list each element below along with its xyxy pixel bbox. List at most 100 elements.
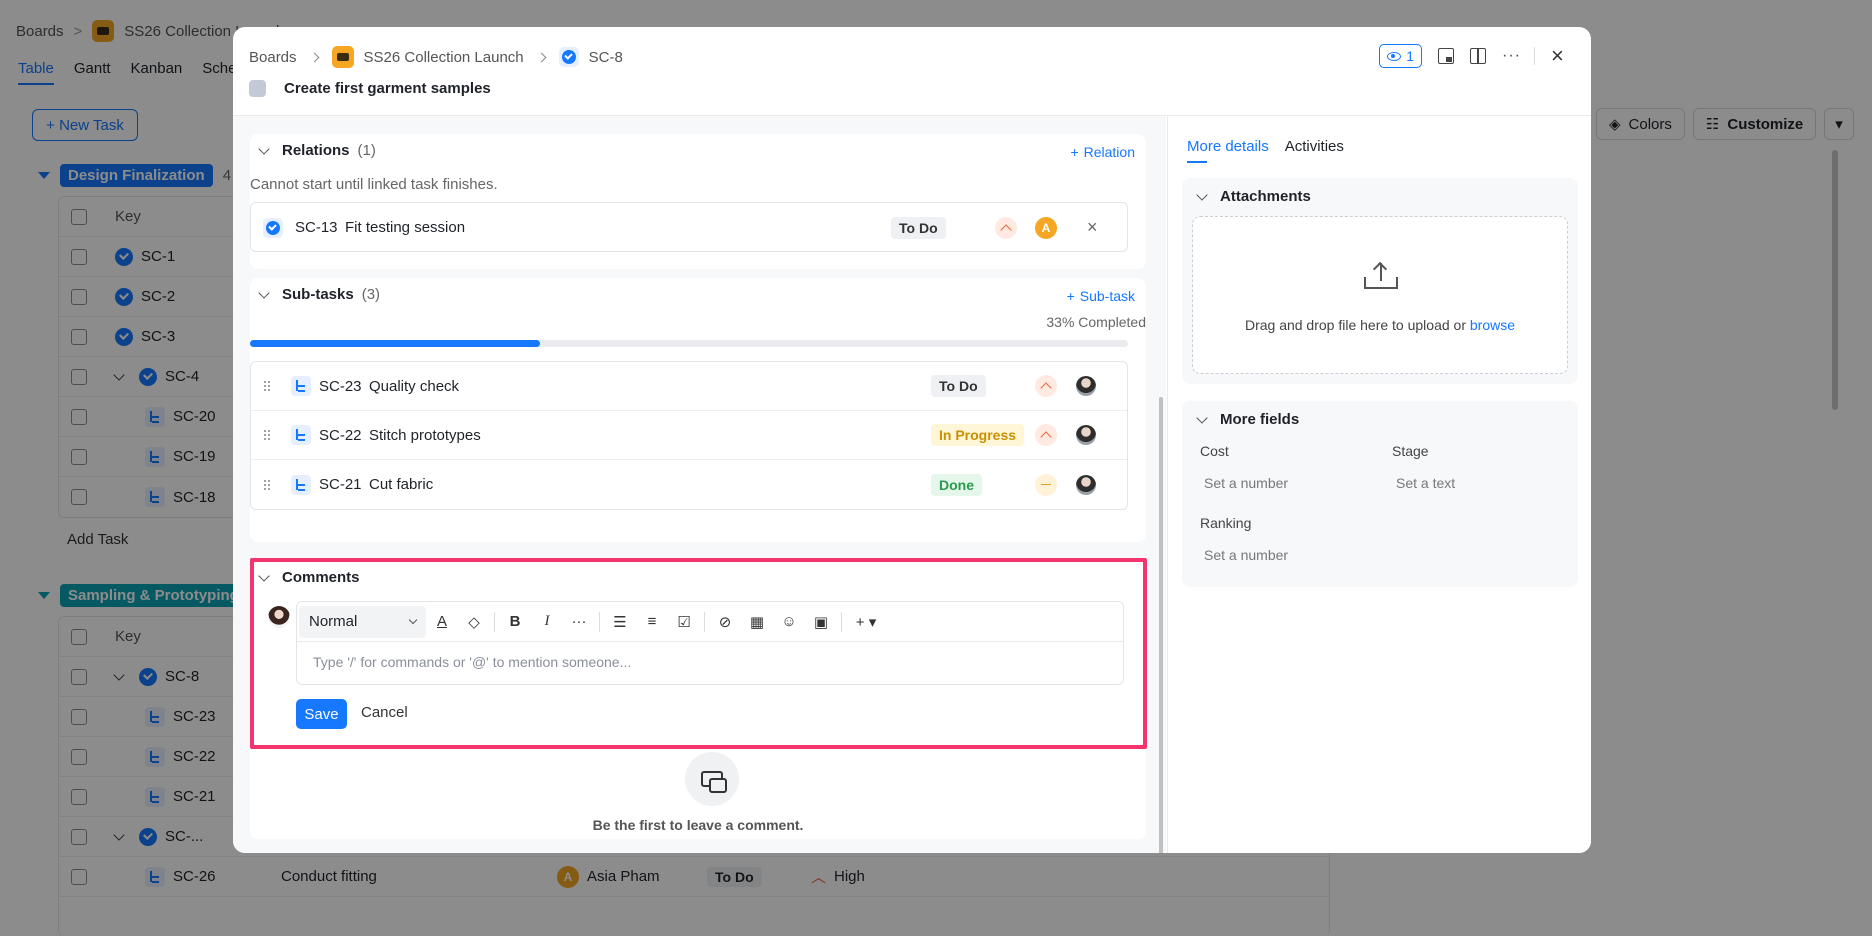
checklist-icon[interactable]: ☑ <box>668 606 700 638</box>
italic-icon[interactable]: I <box>531 606 563 638</box>
bold-icon[interactable]: B <box>499 606 531 638</box>
section-header[interactable]: Relations (1) <box>256 142 376 159</box>
list-item[interactable]: SC-23 Quality check To Do <box>251 362 1127 411</box>
section-header[interactable]: More fields <box>1196 411 1299 428</box>
chevron-down-icon[interactable] <box>258 142 270 155</box>
relation-list: SC-13 Fit testing session To Do A × <box>250 202 1128 252</box>
eye-icon <box>1387 51 1402 61</box>
comment-input[interactable]: Type '/' for commands or '@' to mention … <box>313 654 631 670</box>
priority-medium-icon[interactable] <box>1035 473 1057 496</box>
section-header[interactable]: Attachments <box>1196 188 1311 205</box>
empty-comments-text: Be the first to leave a comment. <box>592 817 804 833</box>
insert-plus-icon[interactable]: + ▾ <box>846 606 886 638</box>
avatar[interactable] <box>1076 425 1096 445</box>
drag-handle-icon[interactable] <box>263 478 271 491</box>
remove-relation-icon[interactable]: × <box>1087 217 1098 238</box>
numbered-list-icon[interactable]: ≡ <box>636 606 668 638</box>
bullet-list-icon[interactable]: ☰ <box>604 606 636 638</box>
list-item[interactable]: SC-13 Fit testing session To Do A × <box>251 203 1127 252</box>
status-badge[interactable]: Done <box>931 473 982 496</box>
text-color-icon[interactable]: A <box>426 606 458 638</box>
toolbar-divider <box>599 611 600 632</box>
relation-name: Fit testing session <box>345 219 466 236</box>
subtask-icon <box>291 425 311 445</box>
open-window-icon[interactable] <box>1438 48 1454 64</box>
breadcrumb-project[interactable]: SS26 Collection Launch <box>364 49 524 66</box>
breadcrumb-task-key[interactable]: SC-8 <box>589 49 623 66</box>
project-icon <box>331 46 354 68</box>
details-panel: More details Activities Attachments Drag… <box>1167 116 1591 853</box>
plus-icon: + <box>1066 288 1075 304</box>
watchers-button[interactable]: 1 <box>1379 44 1422 68</box>
section-header[interactable]: Comments <box>256 569 360 586</box>
subtask-name: Stitch prototypes <box>369 426 481 444</box>
browse-link[interactable]: browse <box>1470 317 1515 333</box>
link-icon[interactable]: ⊘ <box>709 606 741 638</box>
table-icon[interactable]: ▦ <box>741 606 773 638</box>
list-item[interactable]: SC-21 Cut fabric Done <box>251 460 1127 509</box>
chevron-down-icon[interactable] <box>258 286 270 299</box>
add-relation-button[interactable]: + Relation <box>1070 144 1135 160</box>
side-panel-icon[interactable] <box>1470 48 1486 64</box>
chevron-down-icon[interactable] <box>1196 188 1208 201</box>
task-title[interactable]: Create first garment samples <box>284 80 491 97</box>
relations-section: Relations (1) + Relation Cannot start unt… <box>250 134 1146 269</box>
priority-high-icon[interactable] <box>1035 424 1057 446</box>
ranking-field[interactable]: Set a number <box>1204 547 1288 563</box>
more-icon[interactable]: ··· <box>1502 48 1520 64</box>
list-item[interactable]: SC-22 Stitch prototypes In Progress <box>251 411 1127 460</box>
dropzone-text: Drag and drop file here to upload or bro… <box>1244 317 1516 333</box>
section-header[interactable]: Sub-tasks (3) <box>256 286 380 303</box>
breadcrumb-boards[interactable]: Boards <box>249 49 297 66</box>
field-label-ranking: Ranking <box>1200 515 1252 531</box>
main-content: Relations (1) + Relation Cannot start unt… <box>233 116 1166 853</box>
highlight-color-icon[interactable]: ◇ <box>458 606 490 638</box>
cancel-button[interactable]: Cancel <box>361 704 408 721</box>
section-count: (1) <box>357 142 376 159</box>
subtask-name: Quality check <box>369 377 460 395</box>
field-label-stage: Stage <box>1392 443 1429 459</box>
task-icon <box>263 217 283 238</box>
file-dropzone[interactable]: Drag and drop file here to upload or bro… <box>1192 216 1568 374</box>
avatar[interactable] <box>1076 474 1096 495</box>
status-badge[interactable]: To Do <box>891 216 946 239</box>
toolbar-divider <box>704 611 705 632</box>
priority-high-icon[interactable] <box>1035 375 1057 397</box>
chevron-down-icon <box>408 615 418 625</box>
drag-handle-icon[interactable] <box>263 380 271 392</box>
add-subtask-button[interactable]: + Sub-task <box>1067 288 1135 304</box>
status-badge[interactable]: In Progress <box>931 424 1025 446</box>
priority-high-icon[interactable] <box>995 216 1017 239</box>
tab-more-details[interactable]: More details <box>1187 138 1269 163</box>
tab-activities[interactable]: Activities <box>1285 138 1344 155</box>
text-format-select[interactable]: Normal <box>299 605 426 638</box>
modal-header: Boards SS26 Collection Launch SC-8 Creat… <box>233 27 1591 116</box>
comment-editor: Normal A ◇ B I ··· ☰ ≡ ☑ ⊘ ▦ ☺ ▣ + ▾ Typ… <box>296 601 1124 685</box>
content-scrollbar[interactable] <box>1159 397 1163 853</box>
progress-bar <box>250 340 1128 347</box>
chevron-down-icon[interactable] <box>258 569 270 582</box>
chevron-down-icon[interactable] <box>1196 411 1208 424</box>
relation-key: SC-13 <box>295 219 338 236</box>
complete-checkbox[interactable] <box>249 80 266 97</box>
subtask-icon <box>291 474 311 495</box>
section-title: Relations <box>282 142 350 159</box>
toolbar-divider <box>494 611 495 632</box>
image-icon[interactable]: ▣ <box>805 606 837 638</box>
field-label-cost: Cost <box>1200 443 1229 459</box>
close-icon[interactable]: × <box>1551 45 1567 67</box>
drag-handle-icon[interactable] <box>263 429 271 441</box>
emoji-icon[interactable]: ☺ <box>773 606 805 638</box>
relation-note: Cannot start until linked task finishes. <box>250 176 498 193</box>
status-badge[interactable]: To Do <box>931 375 986 397</box>
comments-section: Comments Normal A ◇ B I ··· ☰ ≡ ☑ ⊘ ▦ ☺ … <box>250 559 1146 839</box>
cost-field[interactable]: Set a number <box>1204 475 1288 491</box>
avatar[interactable]: A <box>1035 216 1057 239</box>
section-title: Sub-tasks <box>282 286 354 303</box>
save-button[interactable]: Save <box>296 699 347 729</box>
section-count: (3) <box>361 286 381 303</box>
avatar[interactable] <box>1076 376 1096 396</box>
toolbar-divider <box>841 611 842 632</box>
more-formatting-icon[interactable]: ··· <box>563 606 595 638</box>
stage-field[interactable]: Set a text <box>1396 475 1455 491</box>
